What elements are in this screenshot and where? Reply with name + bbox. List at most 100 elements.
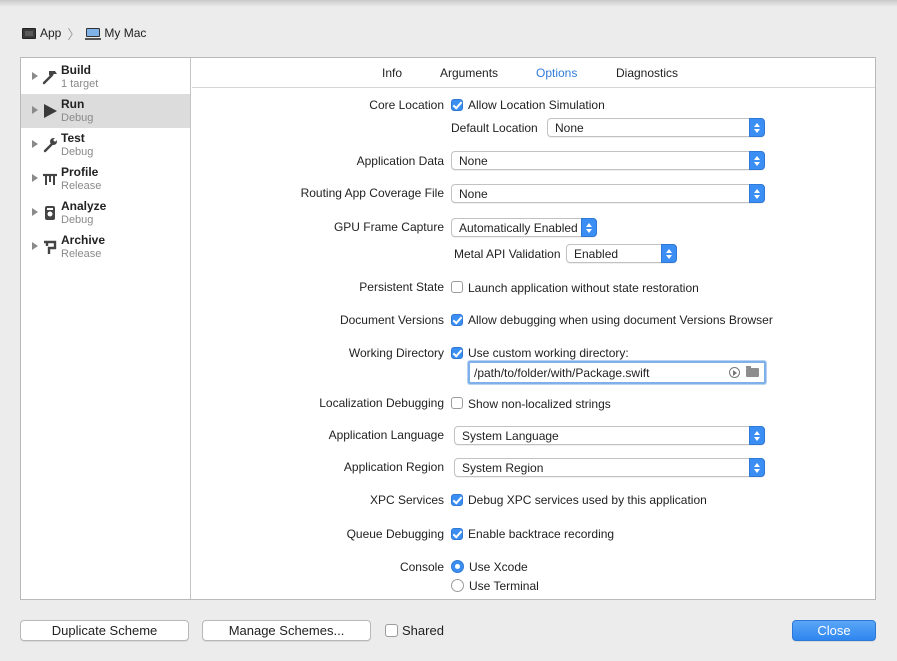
application-region-value: System Region: [462, 461, 544, 475]
close-button[interactable]: Close: [792, 620, 876, 641]
working-directory-field[interactable]: /path/to/folder/with/Package.swift: [468, 361, 766, 384]
chevron-updown-icon: [581, 218, 597, 237]
sidebar-item-analyze[interactable]: Analyze Debug: [21, 196, 190, 230]
application-data-label: Application Data: [356, 154, 444, 168]
allow-location-simulation-checkbox[interactable]: [451, 99, 463, 111]
application-language-select[interactable]: System Language: [454, 426, 765, 445]
sidebar-item-title: Run: [61, 97, 85, 111]
manage-schemes-button[interactable]: Manage Schemes...: [202, 620, 371, 641]
breadcrumb-app[interactable]: App: [40, 26, 61, 40]
allow-versions-debugging-text: Allow debugging when using document Vers…: [468, 313, 773, 327]
default-location-value: None: [555, 121, 584, 135]
allow-location-simulation-text: Allow Location Simulation: [468, 98, 605, 112]
chevron-updown-icon: [749, 458, 765, 477]
debug-xpc-text: Debug XPC services used by this applicat…: [468, 493, 707, 507]
disclosure-triangle-icon[interactable]: [32, 140, 38, 148]
routing-coverage-value: None: [459, 187, 488, 201]
sidebar-item-profile[interactable]: Profile Release: [21, 162, 190, 196]
application-region-label: Application Region: [343, 460, 444, 474]
metal-api-validation-select[interactable]: Enabled: [566, 244, 677, 263]
sidebar-item-run[interactable]: Run Debug: [21, 94, 190, 128]
launch-without-restoration-checkbox[interactable]: [451, 281, 463, 293]
tab-arguments[interactable]: Arguments: [440, 66, 498, 80]
custom-working-directory-checkbox[interactable]: [451, 347, 463, 359]
sidebar-item-subtitle: 1 target: [61, 78, 99, 90]
application-language-label: Application Language: [328, 428, 444, 442]
application-region-select[interactable]: System Region: [454, 458, 765, 477]
breadcrumb: App 〉 My Mac: [22, 25, 146, 42]
chevron-updown-icon: [749, 118, 765, 137]
show-non-localized-text: Show non-localized strings: [468, 397, 611, 411]
mac-laptop-icon: [85, 27, 102, 40]
disclosure-triangle-icon[interactable]: [32, 106, 38, 114]
core-location-label: Core Location: [369, 98, 444, 112]
application-data-value: None: [459, 154, 488, 168]
chevron-updown-icon: [661, 244, 677, 263]
show-non-localized-checkbox[interactable]: [451, 397, 463, 409]
use-terminal-text: Use Terminal: [469, 579, 539, 593]
working-directory-path: /path/to/folder/with/Package.swift: [474, 366, 650, 380]
scheme-actions-sidebar: Build 1 target Run Debug Test Debug Prof…: [21, 58, 191, 599]
instruments-icon: [43, 173, 57, 185]
chevron-updown-icon: [749, 184, 765, 203]
disclosure-triangle-icon[interactable]: [32, 174, 38, 182]
editor-panel: Build 1 target Run Debug Test Debug Prof…: [20, 57, 876, 600]
use-xcode-text: Use Xcode: [469, 560, 528, 574]
tab-info[interactable]: Info: [382, 66, 402, 80]
working-directory-label: Working Directory: [348, 346, 444, 360]
tab-options[interactable]: Options: [536, 66, 577, 80]
sidebar-item-subtitle: Debug: [61, 112, 94, 124]
sidebar-item-archive[interactable]: Archive Release: [21, 230, 190, 264]
scheme-editor-sheet: App 〉 My Mac Build 1 target Run Debug Te…: [0, 0, 897, 661]
play-icon: [44, 104, 57, 118]
persistent-state-label: Persistent State: [359, 280, 444, 294]
default-location-label: Default Location: [451, 121, 538, 135]
sidebar-item-title: Test: [61, 131, 85, 145]
disclosure-triangle-icon[interactable]: [32, 242, 38, 250]
routing-coverage-select[interactable]: None: [451, 184, 765, 203]
routing-coverage-label: Routing App Coverage File: [300, 186, 444, 200]
use-xcode-radio[interactable]: [451, 560, 464, 573]
archive-icon: [44, 240, 57, 254]
analyze-icon: [45, 206, 55, 220]
default-location-select[interactable]: None: [547, 118, 765, 137]
duplicate-scheme-button[interactable]: Duplicate Scheme: [20, 620, 189, 641]
backtrace-recording-text: Enable backtrace recording: [468, 527, 615, 541]
document-versions-label: Document Versions: [339, 313, 444, 327]
sidebar-item-title: Archive: [61, 233, 106, 247]
folder-icon[interactable]: [746, 366, 759, 377]
options-content: Core Location Allow Location Simulation …: [192, 89, 875, 599]
sidebar-item-title: Build: [61, 63, 91, 77]
wrench-icon: [43, 138, 57, 153]
backtrace-recording-checkbox[interactable]: [451, 528, 463, 540]
sidebar-item-build[interactable]: Build 1 target: [21, 60, 190, 94]
disclosure-triangle-icon[interactable]: [32, 208, 38, 216]
application-language-value: System Language: [462, 429, 559, 443]
allow-versions-debugging-checkbox[interactable]: [451, 314, 463, 326]
queue-debugging-label: Queue Debugging: [346, 527, 444, 541]
application-data-select[interactable]: None: [451, 151, 765, 170]
tab-bar: Info Arguments Options Diagnostics: [192, 58, 875, 88]
console-label: Console: [399, 560, 444, 574]
sidebar-item-title: Analyze: [61, 199, 107, 213]
gpu-frame-capture-select[interactable]: Automatically Enabled: [451, 218, 597, 237]
launch-without-restoration-text: Launch application without state restora…: [468, 281, 699, 295]
chevron-updown-icon: [749, 426, 765, 445]
debug-xpc-checkbox[interactable]: [451, 494, 463, 506]
sidebar-item-subtitle: Release: [61, 180, 102, 192]
reveal-arrow-icon[interactable]: [729, 367, 740, 378]
shared-checkbox[interactable]: [385, 624, 398, 637]
sidebar-item-test[interactable]: Test Debug: [21, 128, 190, 162]
tab-diagnostics[interactable]: Diagnostics: [616, 66, 678, 80]
gpu-frame-capture-value: Automatically Enabled: [459, 221, 578, 235]
app-target-icon: [22, 27, 36, 39]
disclosure-triangle-icon[interactable]: [32, 72, 38, 80]
chevron-right-icon: 〉: [67, 26, 81, 42]
gpu-frame-capture-label: GPU Frame Capture: [333, 220, 444, 234]
shared-label: Shared: [402, 623, 444, 638]
top-shadow: [0, 1, 897, 7]
breadcrumb-destination[interactable]: My Mac: [104, 26, 146, 40]
localization-debugging-label: Localization Debugging: [319, 396, 444, 410]
use-terminal-radio[interactable]: [451, 579, 464, 592]
sidebar-item-title: Profile: [61, 165, 99, 179]
